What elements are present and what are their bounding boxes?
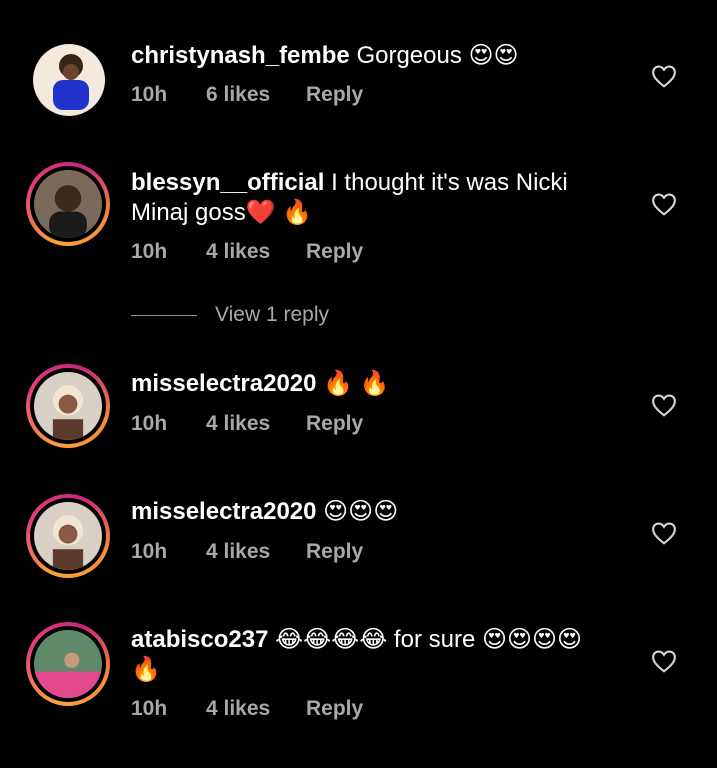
comment-time: 10h: [131, 240, 168, 263]
comment-likes[interactable]: 6 likes: [206, 83, 306, 107]
comment-time: 10h: [131, 697, 168, 720]
avatar[interactable]: [26, 162, 110, 246]
reply-button[interactable]: Reply: [306, 412, 363, 436]
reply-button[interactable]: Reply: [306, 540, 363, 564]
comment-username[interactable]: christynash_fembe: [131, 42, 350, 69]
avatar[interactable]: [26, 364, 110, 448]
avatar[interactable]: [26, 622, 110, 706]
comment-likes[interactable]: 4 likes: [206, 540, 306, 564]
reply-button[interactable]: Reply: [306, 83, 363, 107]
comment-meta: 10h 4 likes Reply: [131, 540, 363, 564]
comment-time: 10h: [131, 412, 168, 435]
heart-outline-icon[interactable]: [651, 649, 677, 673]
comment-body: 😍😍😍: [323, 498, 399, 525]
comment-text-block: atabisco237 😂😂😂😂 for sure 😍😍😍😍🔥: [131, 625, 601, 685]
comment-text-block: misselectra2020 😍😍😍: [131, 497, 601, 527]
comment-meta: 10h 6 likes Reply: [131, 83, 363, 107]
reply-button[interactable]: Reply: [306, 697, 363, 721]
comment-username[interactable]: misselectra2020: [131, 498, 316, 525]
comment-meta: 10h 4 likes Reply: [131, 240, 363, 264]
divider: [131, 314, 197, 316]
heart-outline-icon[interactable]: [651, 192, 677, 216]
comment-likes[interactable]: 4 likes: [206, 412, 306, 436]
avatar[interactable]: [26, 494, 110, 578]
view-replies-button[interactable]: View 1 reply: [131, 303, 329, 327]
comment-meta: 10h 4 likes Reply: [131, 697, 363, 721]
reply-button[interactable]: Reply: [306, 240, 363, 264]
heart-outline-icon[interactable]: [651, 393, 677, 417]
comment-text-block: blessyn__official I thought it's was Nic…: [131, 168, 601, 228]
avatar[interactable]: [33, 44, 105, 116]
comment-body: 🔥 🔥: [323, 370, 390, 397]
comment-likes[interactable]: 4 likes: [206, 240, 306, 264]
comment-username[interactable]: blessyn__official: [131, 169, 324, 196]
comment-time: 10h: [131, 83, 168, 106]
comment-username[interactable]: atabisco237: [131, 626, 268, 653]
view-replies-label[interactable]: View 1 reply: [215, 303, 329, 327]
comment-body: Gorgeous 😍😍: [356, 42, 519, 69]
comment-text-block: misselectra2020 🔥 🔥: [131, 369, 601, 399]
comment-text-block: christynash_fembe Gorgeous 😍😍: [131, 41, 601, 71]
comment-meta: 10h 4 likes Reply: [131, 412, 363, 436]
comment-username[interactable]: misselectra2020: [131, 370, 316, 397]
comment-likes[interactable]: 4 likes: [206, 697, 306, 721]
heart-outline-icon[interactable]: [651, 64, 677, 88]
heart-outline-icon[interactable]: [651, 521, 677, 545]
comment-time: 10h: [131, 540, 168, 563]
